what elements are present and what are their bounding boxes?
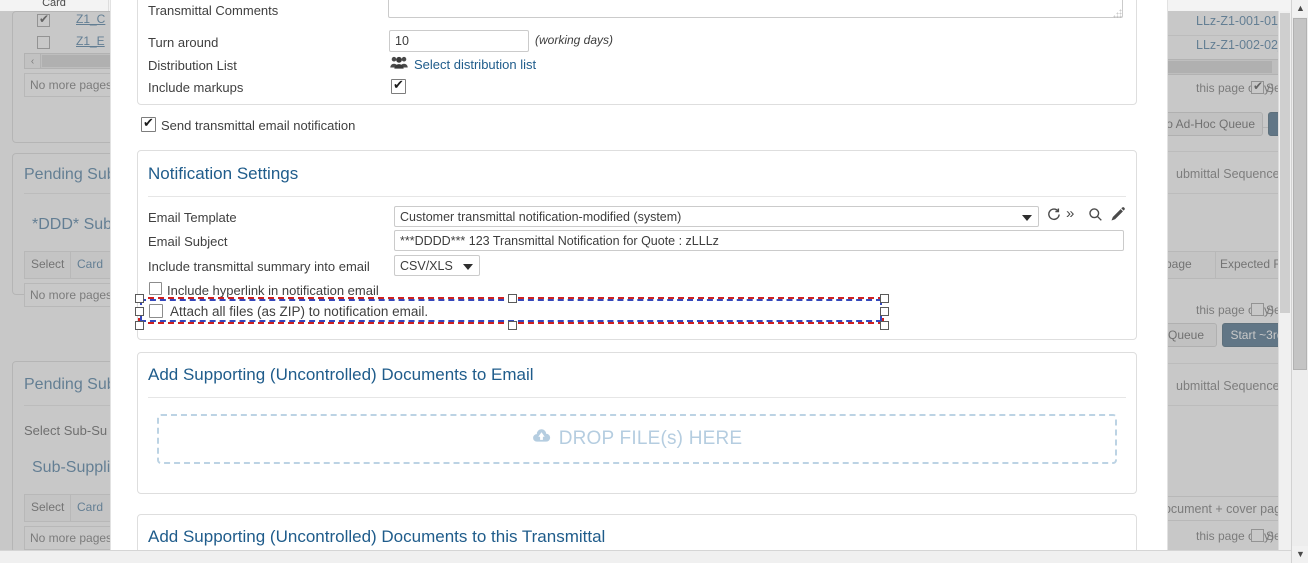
include-markups-checkbox[interactable] — [391, 77, 406, 94]
bg-select-sub-supplier-label: Select Sub-Su — [24, 423, 108, 438]
bg-doc-row-checkbox-2[interactable] — [37, 36, 50, 49]
dropzone-email-text: DROP FILE(s) HERE — [558, 428, 743, 449]
attach-zip-checkbox[interactable] — [149, 304, 163, 318]
main-vertical-scrollbar[interactable]: ▲ ▼ — [1291, 0, 1308, 563]
chevrons-right-icon[interactable]: » — [1066, 206, 1074, 222]
bg-th-card-1[interactable]: Card — [77, 257, 103, 271]
supporting-docs-email-title: Add Supporting (Uncontrolled) Documents … — [148, 365, 534, 384]
turn-around-suffix: (working days) — [535, 33, 614, 47]
email-subject-label: Email Subject — [148, 234, 228, 249]
bg-page-column-header: page — [1160, 251, 1217, 279]
refresh-icon[interactable] — [1046, 207, 1061, 225]
ribbon-tab-card[interactable]: Card — [0, 0, 109, 11]
inner-vertical-scrollbar[interactable] — [1278, 11, 1291, 551]
bg-select-all-checkbox-3[interactable] — [1251, 529, 1264, 542]
bg-no-more-pages-text-2: No more pages — [30, 288, 113, 302]
selection-handle-middle-right[interactable] — [880, 307, 889, 316]
include-hyperlink-label: Include hyperlink in notification email — [167, 283, 379, 298]
turn-around-input[interactable] — [389, 30, 529, 52]
chevron-down-icon-summary — [463, 263, 473, 270]
bg-scroll-thumb-2[interactable] — [1152, 61, 1272, 73]
bg-adhoc-queue-button[interactable]: to Ad-Hoc Queue — [1155, 112, 1263, 136]
send-transmittal-email-label: Send transmittal email notification — [161, 118, 356, 133]
turn-around-label: Turn around — [148, 35, 219, 50]
scroll-up-arrow[interactable]: ▲ — [1292, 0, 1308, 17]
dropzone-email[interactable]: DROP FILE(s) HERE — [157, 414, 1117, 464]
search-icon[interactable] — [1088, 207, 1103, 225]
attach-zip-label: Attach all files (as ZIP) to notificatio… — [170, 304, 429, 319]
bg-sub-supplier-table-title: Sub-Suppli — [32, 459, 111, 476]
bg-no-more-pages-text-3: No more pages — [30, 531, 113, 545]
transmittal-comments-label: Transmittal Comments — [148, 3, 279, 18]
distribution-list-label: Distribution List — [148, 58, 237, 73]
notification-settings-title: Notification Settings — [148, 164, 299, 183]
supporting-docs-transmittal-title: Add Supporting (Uncontrolled) Documents … — [148, 527, 606, 546]
include-summary-select[interactable]: CSV/XLS — [394, 255, 480, 276]
send-transmittal-email-checkbox[interactable] — [141, 115, 156, 132]
include-summary-label: Include transmittal summary into email — [148, 259, 370, 274]
people-group-icon — [390, 56, 408, 70]
email-template-select[interactable]: Customer transmittal notification-modifi… — [394, 206, 1039, 227]
select-distribution-list-link[interactable]: Select distribution list — [414, 57, 536, 72]
bg-th-select-1: Select — [31, 257, 65, 271]
email-template-selected-value: Customer transmittal notification-modifi… — [400, 210, 682, 224]
bg-ddd-submittal-title: *DDD* Sub — [32, 216, 113, 233]
scroll-down-arrow[interactable]: ▼ — [1292, 546, 1308, 563]
chevron-down-icon — [1022, 214, 1032, 221]
bg-table-header-select-1: Select — [24, 251, 72, 279]
transmittal-comments-input[interactable] — [388, 0, 1123, 18]
include-markups-label: Include markups — [148, 80, 244, 95]
selection-handle-middle-left[interactable] — [135, 307, 144, 316]
bg-th-page: page — [1165, 257, 1192, 271]
bg-document-cover-page-text: document + cover page — [1157, 502, 1288, 516]
selection-handle-bottom-left[interactable] — [135, 321, 144, 330]
bg-pending-submittals-title: Pending Sub — [24, 166, 116, 183]
bg-th-select-2: Select — [31, 500, 65, 514]
bg-doc-row-link-2[interactable]: Z1_E — [76, 34, 105, 48]
transmittal-form-modal: Transmittal Comments Turn around (workin… — [110, 0, 1168, 563]
bg-th-card-2[interactable]: Card — [77, 500, 103, 514]
selection-handle-top-center[interactable] — [508, 294, 517, 303]
main-vertical-scrollbar-thumb[interactable] — [1293, 18, 1307, 370]
window-bottom-strip — [0, 550, 1308, 563]
email-subject-input[interactable] — [394, 230, 1124, 251]
selection-handle-bottom-center[interactable] — [508, 321, 517, 330]
bg-pending-sub-suppliers-title: Pending Sub — [24, 376, 116, 393]
bg-submittal-sequence-label-2: ubmittal Sequence: — [1176, 379, 1284, 393]
bg-scroll-left-arrow-1[interactable]: ‹ — [25, 54, 41, 68]
include-hyperlink-checkbox[interactable] — [149, 282, 162, 295]
bg-submittal-sequence-label-1: ubmittal Sequence: — [1176, 167, 1284, 181]
upload-cloud-icon — [532, 428, 551, 450]
include-summary-selected-value: CSV/XLS — [400, 259, 453, 273]
pencil-icon[interactable] — [1110, 207, 1125, 225]
selection-handle-top-left[interactable] — [135, 294, 144, 303]
app-root: Card Image Tools Shapes Colors Z1_C Z1_E… — [0, 0, 1308, 563]
bg-select-all-checkbox-1[interactable] — [1251, 79, 1264, 94]
inner-vertical-scrollbar-thumb[interactable] — [1280, 13, 1290, 313]
bg-doc-row-checkbox-1[interactable] — [37, 12, 50, 27]
selection-handle-top-right[interactable] — [880, 294, 889, 303]
bg-select-all-checkbox-2[interactable] — [1251, 303, 1264, 316]
selection-handle-bottom-right[interactable] — [880, 321, 889, 330]
bg-doc-row-link-1[interactable]: Z1_C — [76, 12, 105, 26]
bg-no-more-pages-text-1: No more pages — [30, 78, 113, 92]
textarea-resize-grip[interactable] — [1113, 9, 1122, 18]
email-template-label: Email Template — [148, 210, 237, 225]
bg-table-header-select-2: Select — [24, 494, 72, 522]
